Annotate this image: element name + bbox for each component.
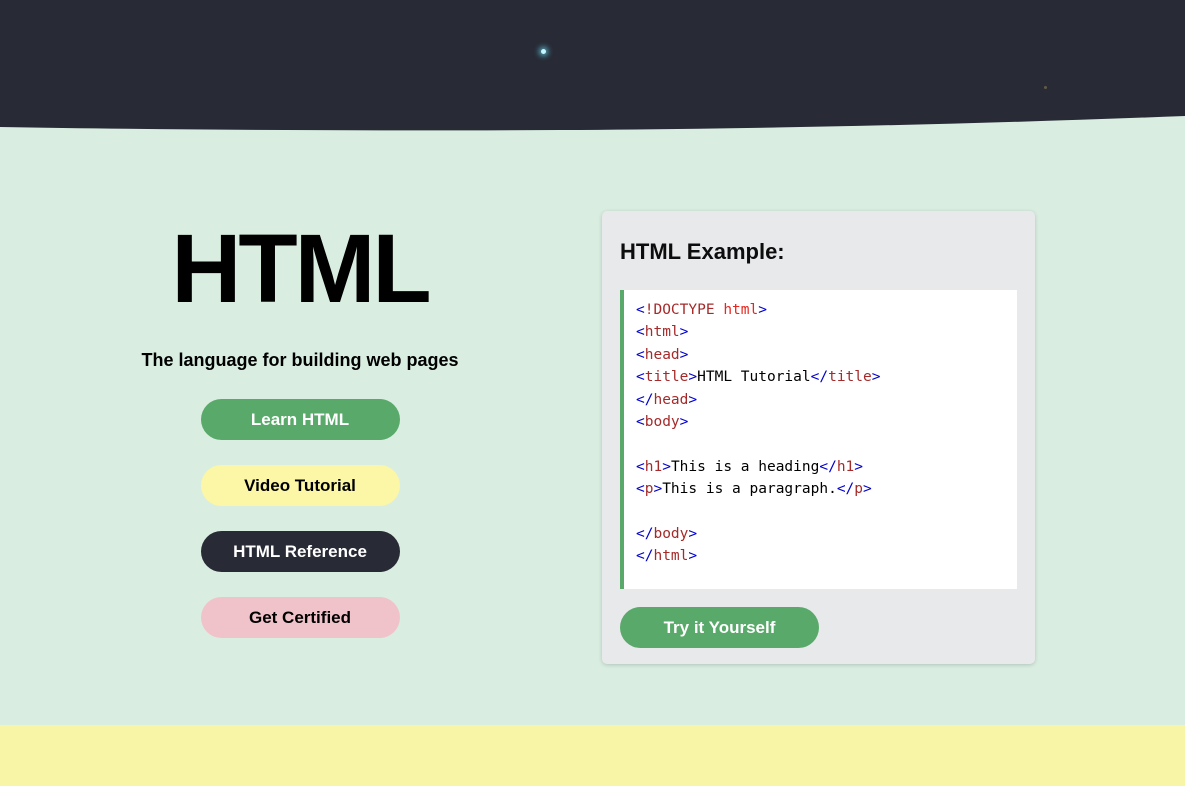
header-curve	[0, 0, 1185, 132]
learn-html-button[interactable]: Learn HTML	[201, 399, 400, 440]
code-line: </html>	[636, 545, 1005, 567]
example-heading: HTML Example:	[620, 211, 1017, 265]
html-reference-button[interactable]: HTML Reference	[201, 531, 400, 572]
code-line: <h1>This is a heading</h1>	[636, 456, 1005, 478]
code-line: <title>HTML Tutorial</title>	[636, 366, 1005, 388]
code-line: <body>	[636, 411, 1005, 433]
code-line: <html>	[636, 321, 1005, 343]
star-dot-faint	[1044, 86, 1047, 89]
video-tutorial-button[interactable]: Video Tutorial	[201, 465, 400, 506]
page: HTML The language for building web pages…	[0, 0, 1185, 786]
star-dot-cyan	[541, 49, 546, 54]
code-line	[636, 433, 1005, 455]
code-line: </head>	[636, 389, 1005, 411]
code-line: <p>This is a paragraph.</p>	[636, 478, 1005, 500]
page-tagline: The language for building web pages	[0, 350, 600, 371]
code-line: <!DOCTYPE html>	[636, 299, 1005, 321]
yellow-section	[0, 725, 1185, 786]
hero-section: HTML The language for building web pages…	[0, 130, 600, 663]
code-line: <head>	[636, 344, 1005, 366]
code-line	[636, 501, 1005, 523]
get-certified-button[interactable]: Get Certified	[201, 597, 400, 638]
hero-buttons: Learn HTML Video Tutorial HTML Reference…	[0, 399, 600, 638]
code-block: <!DOCTYPE html><html><head><title>HTML T…	[620, 290, 1017, 589]
try-it-yourself-button[interactable]: Try it Yourself	[620, 607, 819, 648]
top-banner	[0, 0, 1185, 132]
code-line: </body>	[636, 523, 1005, 545]
html-example-card: HTML Example: <!DOCTYPE html><html><head…	[602, 211, 1035, 664]
page-title: HTML	[0, 220, 600, 317]
